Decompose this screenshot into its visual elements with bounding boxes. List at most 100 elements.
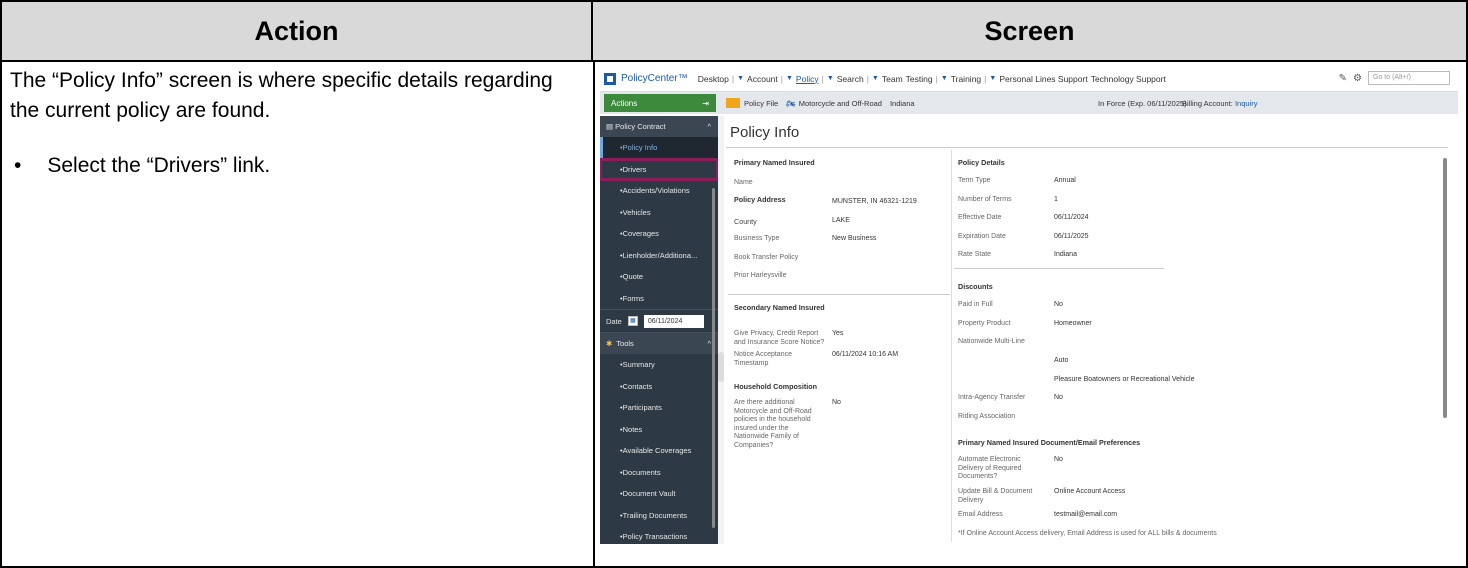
actions-button[interactable]: Actions ⇥: [604, 94, 716, 112]
give-privacy-value: Yes: [832, 330, 844, 337]
policy-address-value: MUNSTER, IN 46321-1219: [832, 198, 917, 205]
property-product-value: Homeowner: [1054, 320, 1092, 327]
nav-team[interactable]: Team: [882, 74, 903, 84]
document-preferences-heading: Primary Named Insured Document/Email Pre…: [958, 438, 1141, 447]
chevron-down-icon[interactable]: ▼: [786, 75, 793, 82]
nav-testing[interactable]: Testing: [906, 74, 933, 84]
chevron-down-icon[interactable]: ▼: [737, 75, 744, 82]
sidebar-item-available-coverages[interactable]: • Available Coverages: [600, 440, 718, 462]
folder-icon: [726, 98, 740, 108]
nav-training[interactable]: Training: [951, 74, 981, 84]
property-product-label: Property Product: [958, 320, 1011, 327]
page-title: Policy Info: [730, 124, 800, 141]
sidebar-policy-contract[interactable]: ▤ Policy Contract ^: [600, 116, 718, 137]
chevron-down-icon[interactable]: ▼: [872, 75, 879, 82]
section-divider: [954, 268, 1164, 269]
household-label: Are there additional Motorcycle and Off-…: [734, 399, 812, 449]
sidebar-item-documents[interactable]: • Documents: [600, 462, 718, 484]
auto-delivery-label: Automate Electronic Delivery of Required…: [958, 456, 1022, 480]
nav-personal-lines-support[interactable]: Personal Lines Support: [999, 74, 1087, 84]
update-bill-label: Update Bill & Document Delivery: [958, 488, 1033, 504]
policy-contract-label: Policy Contract: [615, 122, 666, 131]
multi-line-value-boat: Pleasure Boatowners or Recreational Vehi…: [1054, 376, 1195, 383]
sidebar-item-label: Trailing Documents: [622, 510, 687, 520]
business-type-label: Business Type: [734, 235, 780, 242]
auto-delivery-value: No: [1054, 456, 1063, 463]
sidebar-item-label: Quote: [622, 272, 644, 282]
term-type-label: Term Type: [958, 177, 991, 184]
effective-date-value: 06/11/2024: [1054, 214, 1089, 221]
bullet-icon: •: [14, 154, 22, 177]
main-nav: Desktop | ▼ Account | ▼ Policy | ▼ Search | ▼ Te…: [697, 73, 1166, 84]
chevron-down-icon[interactable]: ▼: [827, 75, 834, 82]
chevron-down-icon[interactable]: ▼: [989, 75, 996, 82]
sidebar-item-label: Summary: [622, 360, 655, 370]
tools-icon: ✱: [606, 339, 613, 348]
notice-value: 06/11/2024 10:16 AM: [832, 351, 899, 358]
sidebar-item-notes[interactable]: • Notes: [600, 419, 718, 441]
section-divider: [728, 294, 950, 295]
sidebar-item-policy-transactions[interactable]: • Policy Transactions: [600, 526, 718, 544]
gear-icon[interactable]: ⚙: [1353, 73, 1362, 84]
sidebar-item-accidents-violations[interactable]: • Accidents/Violations: [600, 180, 718, 202]
sidebar-item-contacts[interactable]: • Contacts: [600, 376, 718, 398]
calendar-icon[interactable]: ▦: [627, 316, 638, 326]
sidebar-item-participants[interactable]: • Participants: [600, 397, 718, 419]
sidebar-item-quote[interactable]: • Quote: [600, 266, 718, 288]
billing-inquiry-link[interactable]: Inquiry: [1235, 99, 1258, 108]
sidebar-item-label: Notes: [622, 424, 643, 434]
chevron-up-icon: ^: [707, 122, 711, 131]
sidebar-item-label: Lienholder/Additiona...: [622, 250, 698, 260]
nav-desktop[interactable]: Desktop: [698, 74, 729, 84]
main-content: Policy Info Primary Named Insured Name P…: [726, 114, 1454, 544]
main-scrollbar[interactable]: [1442, 152, 1448, 544]
sidebar-item-label: Document Vault: [622, 489, 676, 499]
expiration-date-label: Expiration Date: [958, 233, 1006, 240]
intra-agency-label: Intra-Agency Transfer: [958, 394, 1026, 401]
nav-account[interactable]: Account: [747, 74, 778, 84]
scrollbar-thumb[interactable]: [1443, 158, 1447, 418]
sidebar-item-vehicles[interactable]: • Vehicles: [600, 202, 718, 224]
chevron-down-icon[interactable]: ▼: [941, 75, 948, 82]
policycenter-logo-icon: [604, 72, 616, 85]
goto-input[interactable]: Go to (Alt+/): [1368, 71, 1450, 85]
policy-status: In Force (Exp. 06/11/2025): [1098, 98, 1187, 108]
policy-file-link[interactable]: Policy File: [744, 99, 778, 108]
number-terms-label: Number of Terms: [958, 196, 1012, 203]
motorcycle-icon: 🏍: [786, 98, 796, 108]
notice-label: Notice Acceptance Timestamp: [734, 351, 792, 367]
splitter-handle[interactable]: [718, 352, 724, 382]
nav-technology-support[interactable]: Technology Support: [1091, 74, 1166, 84]
sidebar-item-document-vault[interactable]: • Document Vault: [600, 483, 718, 505]
date-input[interactable]: 06/11/2024: [643, 314, 704, 328]
policycenter-screenshot: PolicyCenter™ Desktop | ▼ Account | ▼ Policy…: [600, 66, 1458, 544]
policycenter-logo[interactable]: PolicyCenter™: [600, 72, 688, 85]
expiration-date-value: 06/11/2025: [1054, 233, 1089, 240]
sidebar-item-coverages[interactable]: • Coverages: [600, 223, 718, 245]
sidebar-item-label: Accidents/Violations: [622, 186, 690, 196]
secondary-named-insured-heading: Secondary Named Insured: [734, 303, 825, 312]
nav-search[interactable]: Search: [837, 74, 864, 84]
policy-info-bar: Actions ⇥ Policy File 🏍 Motorcycle and O…: [600, 92, 1458, 114]
business-type-value: New Business: [832, 235, 877, 242]
sidebar-tools[interactable]: ✱ Tools ^: [600, 333, 718, 354]
title-divider: [726, 147, 1448, 148]
sidebar-item-forms[interactable]: • Forms: [600, 288, 718, 310]
nav-policy[interactable]: Policy: [796, 74, 819, 84]
edit-icon[interactable]: ✎: [1339, 73, 1347, 84]
tools-label: Tools: [616, 339, 634, 348]
contract-icon: ▤: [606, 122, 616, 131]
sidebar-item-policy-info[interactable]: • Policy Info: [600, 137, 718, 159]
sidebar-scrollbar[interactable]: [711, 176, 716, 544]
sidebar-item-trailing-documents[interactable]: • Trailing Documents: [600, 505, 718, 527]
product-name: Motorcycle and Off-Road: [798, 98, 882, 108]
sidebar-item-lienholder[interactable]: • Lienholder/Additiona...: [600, 245, 718, 267]
primary-named-insured-heading: Primary Named Insured: [734, 158, 815, 167]
sidebar-item-summary[interactable]: • Summary: [600, 354, 718, 376]
sidebar-item-drivers[interactable]: • Drivers: [600, 157, 719, 181]
email-value: testmail@email.com: [1054, 511, 1118, 518]
sidebar-splitter[interactable]: [718, 116, 724, 544]
term-type-value: Annual: [1054, 177, 1076, 184]
book-transfer-label: Book Transfer Policy: [734, 254, 799, 261]
action-step-text: Select the “Drivers” link.: [47, 154, 271, 177]
